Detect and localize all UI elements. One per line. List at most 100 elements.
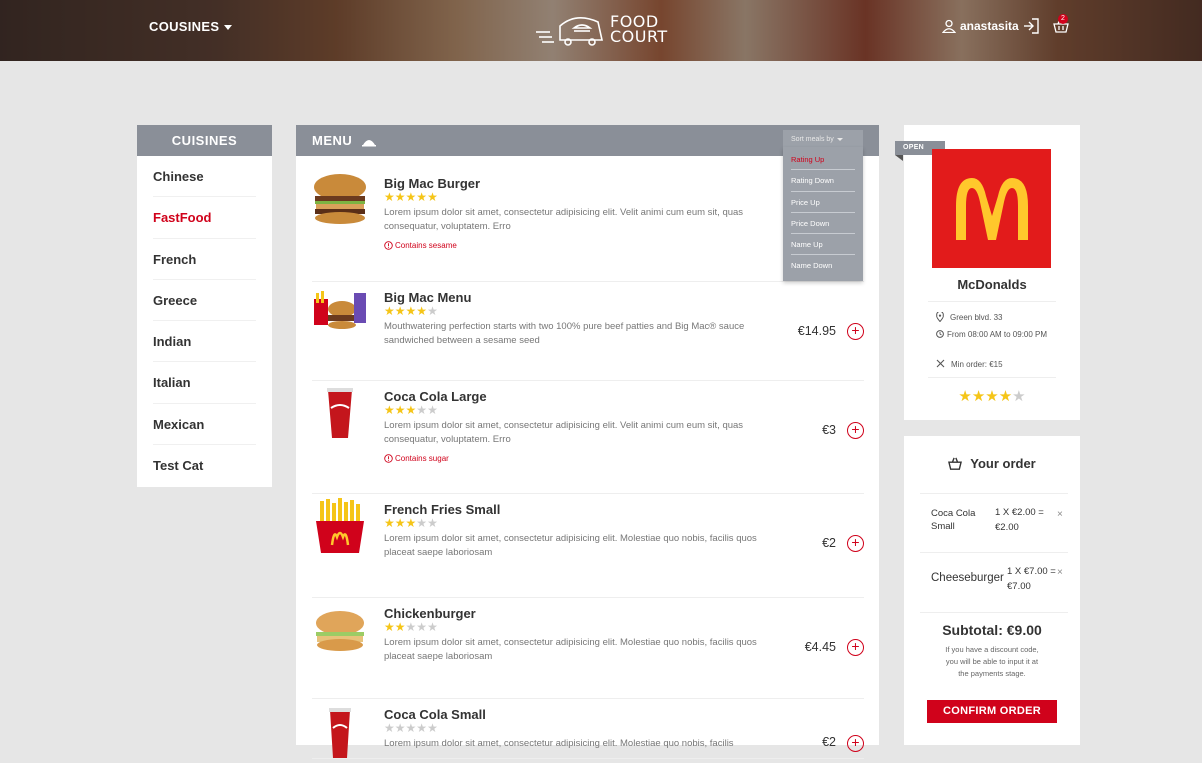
menu-item: Coca Cola Small ★★★★★ Lorem ipsum dolor si… (312, 699, 864, 759)
restaurant-logo[interactable] (932, 149, 1051, 268)
meal-description: Mouthwatering perfection starts with two… (384, 321, 745, 346)
order-line-name: Cheeseburger (931, 572, 1004, 584)
meal-image (312, 384, 368, 444)
user-account[interactable]: anastasita (942, 19, 1019, 33)
sidebar-item-italian[interactable]: Italian (153, 362, 256, 404)
divider (920, 493, 1068, 494)
meal-description: Lorem ipsum dolor sit amet, consectetur … (384, 420, 744, 445)
meal-rating: ★★★★★ (384, 620, 438, 634)
menu-title: MENU (312, 133, 353, 148)
meal-image (312, 601, 368, 661)
meal-price: €14.95 (797, 324, 836, 338)
meal-name: French Fries Small (384, 502, 501, 517)
meal-name: Chickenburger (384, 606, 476, 621)
add-to-order-button[interactable]: + (847, 535, 864, 552)
meal-name: Coca Cola Small (384, 707, 486, 722)
star-empty-icon: ★ (405, 620, 417, 634)
allergen-warning-text: Contains sesame (395, 241, 457, 250)
meal-description: Lorem ipsum dolor sit amet, consectetur … (384, 533, 757, 558)
cart-button[interactable]: 2 (1053, 14, 1069, 39)
sidebar-item-fastfood[interactable]: FastFood (153, 197, 256, 239)
cuisines-dropdown-label: COUSINES (149, 19, 220, 34)
meal-name: Big Mac Burger (384, 176, 481, 191)
star-empty-icon: ★ (427, 721, 438, 735)
meal-description: Lorem ipsum dolor sit amet, consectetur … (384, 738, 734, 749)
sidebar-item-greece[interactable]: Greece (153, 280, 256, 322)
cuisines-dropdown[interactable]: COUSINES (149, 19, 233, 34)
menu-item: Big Mac Menu ★★★★★ Mouthwatering perfectio… (312, 282, 864, 381)
add-to-order-button[interactable]: + (847, 639, 864, 656)
meal-rating: ★★★★★ (384, 304, 438, 318)
star-filled-icon: ★ (416, 190, 428, 204)
allergen-warning: Contains sugar (384, 454, 449, 463)
order-header: Your order (904, 456, 1080, 471)
add-to-order-button[interactable]: + (847, 422, 864, 439)
restaurant-name: McDonalds (957, 277, 1027, 292)
food-truck-icon (536, 17, 603, 46)
remove-item-button[interactable]: × (1057, 509, 1063, 520)
restaurant-address: Green blvd. 33 (936, 312, 1002, 323)
meal-price: €4.45 (804, 640, 836, 654)
sidebar-item-test-cat[interactable]: Test Cat (153, 445, 256, 486)
restaurant-rating: ★★★★★ (904, 387, 1080, 405)
sort-option-price-up[interactable]: Price Up (791, 192, 855, 213)
order-card: Your order Coca Cola Small 1 X €2.00 = €… (904, 436, 1080, 745)
star-filled-icon: ★ (405, 190, 417, 204)
divider (928, 377, 1056, 378)
top-header: COUSINES FOOD COURT anastasita 2 (0, 0, 1202, 61)
sort-option-rating-up[interactable]: Rating Up (791, 149, 855, 171)
star-filled-icon: ★ (416, 304, 428, 318)
add-to-order-button[interactable]: + (847, 323, 864, 340)
logout-icon (1024, 18, 1039, 34)
confirm-order-button[interactable]: CONFIRM ORDER (927, 700, 1057, 723)
order-line-name: Coca Cola Small (931, 508, 976, 532)
username: anastasita (960, 19, 1019, 33)
meal-name: Big Mac Menu (384, 290, 472, 305)
star-empty-icon: ★ (394, 721, 406, 735)
star-filled-icon: ★ (958, 388, 972, 405)
meal-image (312, 702, 368, 762)
remove-item-button[interactable]: × (1057, 567, 1063, 578)
star-filled-icon: ★ (394, 190, 406, 204)
star-filled-icon: ★ (384, 620, 395, 634)
sidebar-item-mexican[interactable]: Mexican (153, 404, 256, 446)
sort-option-rating-down[interactable]: Rating Down (791, 170, 855, 192)
meal-price: €2 (822, 735, 836, 749)
star-filled-icon: ★ (384, 304, 395, 318)
user-icon (942, 19, 956, 33)
restaurant-min-order-text: Min order: €15 (951, 360, 1003, 369)
restaurant-min-order: Min order: €15 (936, 359, 1003, 370)
restaurant-card: OPEN McDonalds Green blvd. 33 From 08:00… (895, 125, 1080, 420)
star-empty-icon: ★ (416, 620, 428, 634)
star-filled-icon: ★ (405, 403, 417, 417)
caret-down-icon (224, 25, 233, 31)
star-empty-icon: ★ (427, 304, 438, 318)
alert-icon (384, 241, 393, 250)
menu-item: Chickenburger ★★★★★ Lorem ipsum dolor sit … (312, 598, 864, 699)
meal-rating: ★★★★★ (384, 516, 438, 530)
menu-item: Coca Cola Large ★★★★★ Lorem ipsum dolor si… (312, 381, 864, 494)
sidebar-item-chinese[interactable]: Chinese (153, 156, 256, 198)
star-filled-icon: ★ (405, 516, 417, 530)
star-filled-icon: ★ (394, 516, 406, 530)
discount-note: If you have a discount code, you will be… (945, 645, 1039, 678)
basket-icon (948, 457, 963, 470)
logout-button[interactable] (1023, 18, 1039, 39)
sort-option-price-down[interactable]: Price Down (791, 213, 855, 235)
sidebar-item-french[interactable]: French (153, 239, 256, 280)
star-filled-icon: ★ (998, 388, 1013, 405)
meal-image (312, 171, 368, 231)
meal-name: Coca Cola Large (384, 389, 487, 404)
meal-rating: ★★★★★ (384, 403, 438, 417)
sort-option-name-down[interactable]: Name Down (791, 255, 855, 276)
star-filled-icon: ★ (384, 516, 395, 530)
add-to-order-button[interactable]: + (847, 735, 864, 752)
cart-count-badge: 2 (1058, 14, 1068, 24)
sort-meals-label: Sort meals by (791, 136, 834, 143)
food-court-logo[interactable]: FOOD COURT (536, 12, 668, 46)
menu-item: Big Mac Burger ★★★★★ Lorem ipsum dolor sit… (312, 168, 864, 282)
meal-description: Lorem ipsum dolor sit amet, consectetur … (384, 207, 744, 232)
sort-option-name-up[interactable]: Name Up (791, 234, 855, 256)
sidebar-item-indian[interactable]: Indian (153, 321, 256, 363)
restaurant-address-text: Green blvd. 33 (950, 313, 1003, 322)
